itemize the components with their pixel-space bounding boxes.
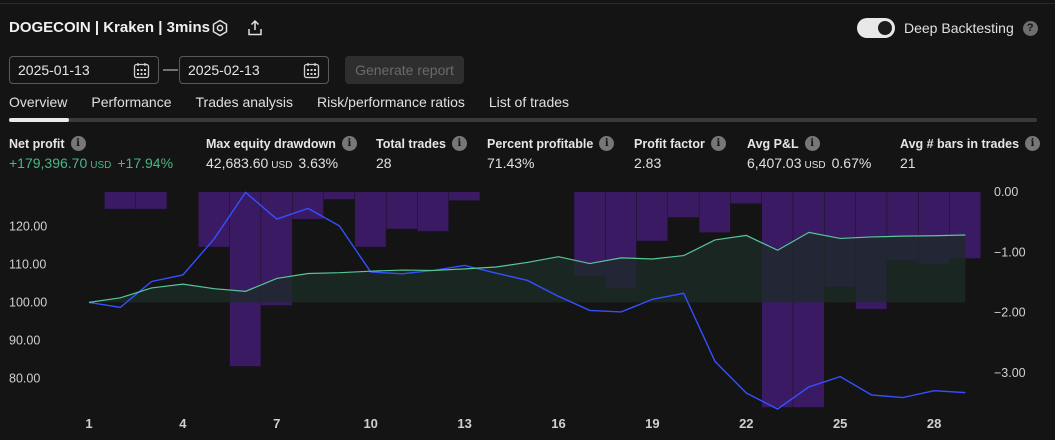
metric-total-trades: Total trades i 28	[376, 136, 467, 171]
metric-label: Avg P&L	[747, 136, 799, 151]
equity-chart[interactable]: 120.00 110.00 100.00 90.00 80.00 0.00 −1.00 −2.…	[0, 182, 1055, 440]
start-date-value: 2025-01-13	[18, 62, 90, 78]
drawdown-bar	[417, 192, 449, 232]
left-axis-tick: 90.00	[9, 333, 40, 347]
tab-list-of-trades[interactable]: List of trades	[489, 94, 569, 110]
generate-report-button[interactable]: Generate report	[345, 56, 464, 84]
start-date-input[interactable]: 2025-01-13	[9, 56, 159, 84]
x-axis-tick: 19	[645, 416, 659, 431]
drawdown-bar	[636, 192, 668, 241]
deep-backtesting-toggle[interactable]	[857, 18, 895, 38]
metric-unit: USD	[804, 160, 826, 171]
x-axis-tick: 7	[273, 416, 280, 431]
info-icon[interactable]: i	[1025, 136, 1041, 151]
calendar-icon[interactable]	[303, 62, 320, 79]
metric-label: Avg # bars in trades	[900, 136, 1020, 151]
tab-risk-performance-ratios[interactable]: Risk/performance ratios	[317, 94, 465, 110]
metric-value: 71.43%	[487, 155, 535, 171]
export-icon[interactable]	[245, 18, 265, 38]
end-date-value: 2025-02-13	[188, 62, 260, 78]
tab-indicator-active	[9, 118, 69, 122]
x-axis-tick: 25	[833, 416, 847, 431]
x-axis-tick: 16	[551, 416, 565, 431]
metric-value: 28	[376, 155, 392, 171]
x-axis-tick: 28	[927, 416, 941, 431]
left-axis-tick: 110.00	[9, 257, 46, 271]
drawdown-bar	[323, 192, 355, 200]
help-icon[interactable]: ?	[1022, 20, 1038, 36]
metric-avg-pnl: Avg P&L i 6,407.03 USD 0.67%	[747, 136, 871, 171]
metric-value: +179,396.70	[9, 155, 88, 171]
tab-performance[interactable]: Performance	[91, 94, 171, 110]
left-axis-tick: 80.00	[9, 372, 40, 386]
metric-max-equity-drawdown: Max equity drawdown i 42,683.60 USD 3.63%	[206, 136, 357, 171]
strategy-title: DOGECOIN | Kraken | 3mins	[9, 19, 210, 36]
metric-label: Total trades	[376, 136, 446, 151]
date-separator: —	[163, 61, 178, 78]
metric-label: Percent profitable	[487, 136, 594, 151]
metric-value: 21	[900, 155, 916, 171]
left-axis-tick: 100.00	[9, 295, 47, 309]
x-axis-tick: 1	[85, 416, 92, 431]
drawdown-bar	[699, 192, 731, 233]
metric-label: Net profit	[9, 136, 65, 151]
drawdown-bar	[135, 192, 167, 209]
metric-unit: USD	[271, 160, 293, 171]
deep-backtesting-control: Deep Backtesting ?	[857, 18, 1038, 38]
metric-value: 6,407.03	[747, 155, 802, 171]
report-tabs: Overview Performance Trades analysis Ris…	[9, 94, 569, 110]
info-icon[interactable]: i	[599, 136, 615, 151]
x-axis-tick: 13	[457, 416, 471, 431]
x-axis-tick: 22	[739, 416, 753, 431]
drawdown-bar	[386, 192, 418, 229]
metric-value: 42,683.60	[206, 155, 269, 171]
metric-percent: +17.94%	[117, 155, 174, 171]
x-axis-tick: 4	[179, 416, 187, 431]
info-icon[interactable]: i	[710, 136, 726, 151]
x-axis-tick: 10	[363, 416, 377, 431]
tab-trades-analysis[interactable]: Trades analysis	[196, 94, 294, 110]
drawdown-bar	[668, 192, 699, 218]
drawdown-bar	[355, 192, 386, 247]
right-axis-tick: −1.00	[994, 245, 1026, 259]
metric-percent-profitable: Percent profitable i 71.43%	[487, 136, 615, 171]
toggle-knob	[878, 21, 892, 35]
right-axis-tick: 0.00	[994, 185, 1018, 199]
info-icon[interactable]: i	[70, 136, 86, 151]
calendar-icon[interactable]	[133, 62, 150, 79]
right-axis-tick: −3.00	[994, 366, 1026, 380]
metric-label: Profit factor	[634, 136, 705, 151]
tab-indicator-track	[9, 118, 1037, 122]
drawdown-bar	[730, 192, 762, 204]
top-border	[0, 3, 1055, 4]
settings-icon[interactable]	[210, 18, 230, 38]
end-date-input[interactable]: 2025-02-13	[179, 56, 329, 84]
metric-profit-factor: Profit factor i 2.83	[634, 136, 726, 171]
metric-percent: 3.63%	[298, 155, 339, 171]
tab-overview[interactable]: Overview	[9, 94, 67, 110]
drawdown-bar	[448, 192, 480, 201]
deep-backtesting-label: Deep Backtesting	[904, 20, 1014, 36]
metric-value: 2.83	[634, 155, 662, 171]
metric-label: Max equity drawdown	[206, 136, 336, 151]
info-icon[interactable]: i	[341, 136, 357, 151]
metric-avg-bars-in-trades: Avg # bars in trades i 21	[900, 136, 1041, 171]
left-axis-tick: 120.00	[9, 219, 47, 233]
right-axis-tick: −2.00	[994, 306, 1026, 320]
info-icon[interactable]: i	[451, 136, 467, 151]
metric-unit: USD	[90, 160, 112, 171]
drawdown-bar	[104, 192, 136, 209]
drawdown-bar	[229, 192, 261, 367]
metric-percent: 0.67%	[831, 155, 872, 171]
metric-net-profit: Net profit i +179,396.70 USD +17.94%	[9, 136, 173, 171]
info-icon[interactable]: i	[804, 136, 820, 151]
